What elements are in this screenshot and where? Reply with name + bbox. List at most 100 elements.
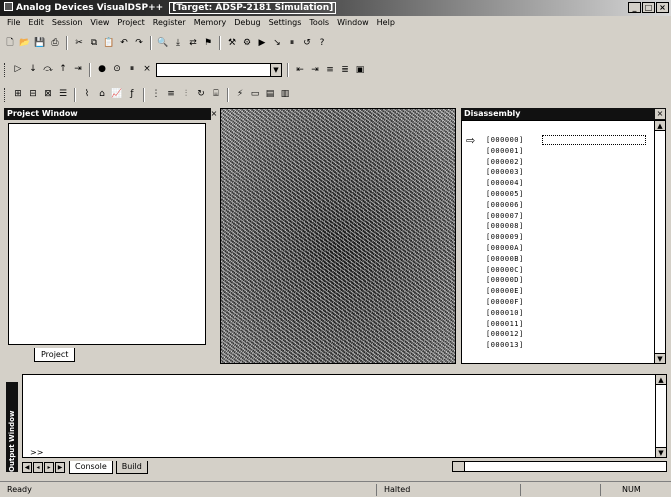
step-into-icon[interactable]: ↓ <box>27 63 39 75</box>
uncomment-icon[interactable]: ≣ <box>339 64 351 76</box>
output-scrollbar[interactable]: ▲ ▼ <box>655 375 666 457</box>
scroll-up-icon[interactable]: ▲ <box>656 375 666 385</box>
bookmark-icon[interactable]: ⚑ <box>202 37 214 49</box>
last-tab-icon[interactable]: ▶ <box>55 461 65 473</box>
close-icon[interactable]: × <box>655 109 665 119</box>
menu-edit[interactable]: Edit <box>24 16 48 30</box>
editor-area[interactable] <box>220 108 456 364</box>
disassembly-address-row[interactable]: [000006] <box>486 200 524 211</box>
toolbar-grip[interactable] <box>4 87 7 102</box>
disassembly-address-row[interactable]: [000009] <box>486 232 524 243</box>
disassembly-address-row[interactable]: [000008] <box>486 221 524 232</box>
scroll-down-icon[interactable]: ▼ <box>655 353 665 363</box>
disassembly-address-row[interactable]: [00000E] <box>486 286 524 297</box>
graph-icon[interactable]: ▥ <box>279 88 291 100</box>
disassembly-address-row[interactable]: [00000A] <box>486 243 524 254</box>
disassembly-address-row[interactable]: [000002] <box>486 157 524 168</box>
run-icon[interactable]: ▶ <box>256 37 268 49</box>
disassembly-address-row[interactable]: [00000D] <box>486 275 524 286</box>
disassembly-scrollbar[interactable]: ▲ ▼ <box>654 121 665 363</box>
disassembly-address-row[interactable]: [000003] <box>486 167 524 178</box>
cut-icon[interactable]: ✂ <box>73 37 85 49</box>
disassembly-address-row[interactable]: [000010] <box>486 308 524 319</box>
disassembly-address-row[interactable]: [000001] <box>486 146 524 157</box>
memory-icon[interactable]: ⊟ <box>27 88 39 100</box>
new-file-icon[interactable]: 🗋 <box>4 37 16 49</box>
minimize-button[interactable]: _ <box>628 2 641 13</box>
chevron-down-icon[interactable]: ▼ <box>270 63 281 76</box>
tab-build[interactable]: Build <box>115 460 148 474</box>
tab-console[interactable]: Console <box>69 460 113 474</box>
chart-icon[interactable]: ▤ <box>264 88 276 100</box>
disassembly-address-row[interactable]: [000004] <box>486 178 524 189</box>
next-tab-icon[interactable]: ▸ <box>44 461 54 473</box>
prev-tab-icon[interactable]: ◂ <box>33 461 43 473</box>
toolbar-grip[interactable] <box>4 62 7 77</box>
output-console[interactable]: ▲ ▼ <box>22 374 667 458</box>
paste-icon[interactable]: 📋 <box>103 37 115 49</box>
stack-icon[interactable]: ⊠ <box>42 88 54 100</box>
profile-icon[interactable]: ⌂ <box>96 88 108 100</box>
breakpoint-icon[interactable]: ● <box>96 63 108 75</box>
close-icon[interactable]: × <box>209 109 219 119</box>
disassembly-address-row[interactable]: [00000F] <box>486 297 524 308</box>
cycle-icon[interactable]: ↻ <box>195 88 207 100</box>
app-icon[interactable] <box>4 2 13 11</box>
menu-debug[interactable]: Debug <box>230 16 264 30</box>
maximize-button[interactable]: □ <box>642 2 655 13</box>
menu-window[interactable]: Window <box>333 16 373 30</box>
menu-register[interactable]: Register <box>149 16 190 30</box>
disassembly-address-row[interactable]: [000005] <box>486 189 524 200</box>
redo-icon[interactable]: ↷ <box>133 37 145 49</box>
halt-icon[interactable]: ⏸ <box>126 63 138 75</box>
cache-icon[interactable]: ⌸ <box>210 88 222 100</box>
find-icon[interactable]: 🔍 <box>157 37 169 49</box>
reset-icon[interactable]: ↺ <box>301 37 313 49</box>
step-over-icon[interactable]: ⤼ <box>42 63 54 75</box>
menu-settings[interactable]: Settings <box>265 16 306 30</box>
menu-session[interactable]: Session <box>48 16 87 30</box>
replace-icon[interactable]: ⇄ <box>187 37 199 49</box>
window-icon[interactable]: ▣ <box>354 64 366 76</box>
step-out-icon[interactable]: ↑ <box>57 63 69 75</box>
watch-icon[interactable]: ⊙ <box>111 63 123 75</box>
menu-project[interactable]: Project <box>113 16 148 30</box>
output-icon[interactable]: ▭ <box>249 88 261 100</box>
run-to-cursor-icon[interactable]: ⇥ <box>72 63 84 75</box>
disassembly-address-row[interactable]: [00000C] <box>486 265 524 276</box>
menu-memory[interactable]: Memory <box>190 16 231 30</box>
halt-icon[interactable]: ⏸ <box>286 37 298 49</box>
outdent-icon[interactable]: ⇥ <box>309 64 321 76</box>
copy-icon[interactable]: ⧉ <box>88 37 100 49</box>
print-icon[interactable]: ⎙ <box>49 37 61 49</box>
scroll-thumb[interactable] <box>453 462 465 471</box>
debug-run-icon[interactable]: ▷ <box>12 63 24 75</box>
menu-help[interactable]: Help <box>373 16 399 30</box>
output-horizontal-scrollbar[interactable] <box>452 461 667 472</box>
find-next-icon[interactable]: ⤓ <box>172 37 184 49</box>
step-icon[interactable]: ↘ <box>271 37 283 49</box>
first-tab-icon[interactable]: ◀ <box>22 461 32 473</box>
undo-icon[interactable]: ↶ <box>118 37 130 49</box>
interrupt-icon[interactable]: ⚡ <box>234 88 246 100</box>
project-tree[interactable] <box>8 123 206 345</box>
tab-project[interactable]: Project <box>34 348 76 362</box>
comment-icon[interactable]: ≡ <box>324 64 336 76</box>
register-icon[interactable]: ⊞ <box>12 88 24 100</box>
close-button[interactable]: × <box>656 2 669 13</box>
disassembly-address-row[interactable]: [000011] <box>486 319 524 330</box>
menu-file[interactable]: File <box>3 16 24 30</box>
open-icon[interactable]: 📂 <box>19 37 31 49</box>
plot-icon[interactable]: 📈 <box>111 88 123 100</box>
disassembly-icon[interactable]: ☰ <box>57 88 69 100</box>
locals-icon[interactable]: ⋮ <box>150 88 162 100</box>
pipeline-icon[interactable]: ⫶ <box>180 88 192 100</box>
menu-tools[interactable]: Tools <box>305 16 333 30</box>
rebuild-icon[interactable]: ⚙ <box>241 37 253 49</box>
disassembly-address-row[interactable]: [000007] <box>486 211 524 222</box>
call-stack-icon[interactable]: ≡ <box>165 88 177 100</box>
disassembly-address-row[interactable]: [000012] <box>486 329 524 340</box>
reset-target-icon[interactable]: × <box>141 63 153 75</box>
disassembly-address-row[interactable]: [000013] <box>486 340 524 351</box>
expression-combo[interactable]: ▼ <box>156 62 282 77</box>
